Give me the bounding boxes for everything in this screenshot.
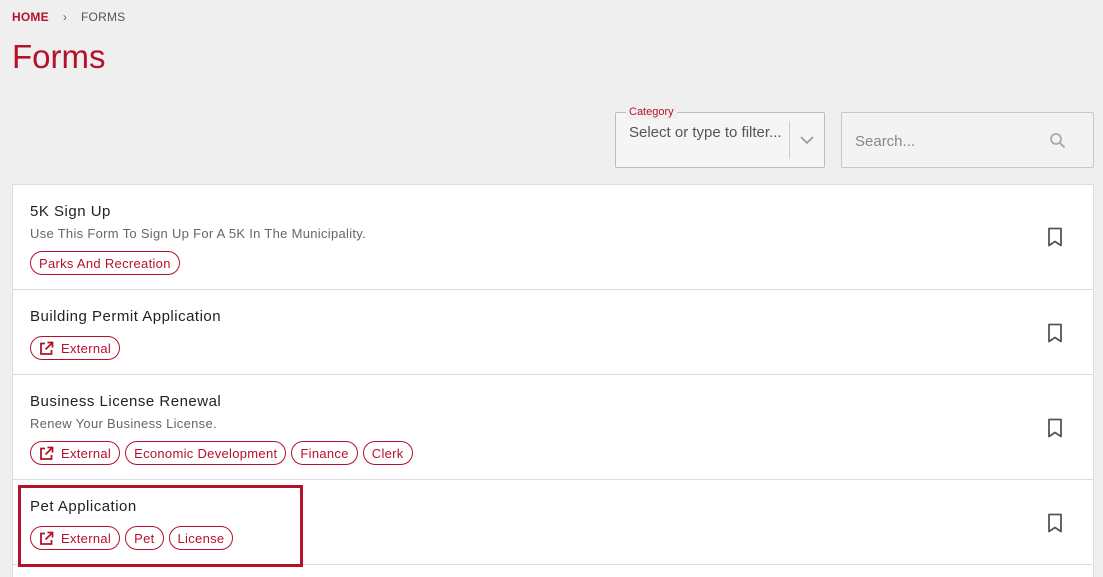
form-tags: External — [30, 336, 121, 360]
search-icon[interactable] — [1049, 132, 1067, 150]
tag[interactable]: Parks And Recreation — [30, 251, 180, 275]
category-label: Category — [626, 105, 677, 119]
search-box — [841, 112, 1094, 168]
external-link-icon — [40, 341, 54, 355]
form-row[interactable]: Business License Renewal Renew Your Busi… — [13, 375, 1093, 480]
form-title[interactable]: 5K Sign Up — [30, 203, 111, 220]
tag[interactable]: Finance — [291, 441, 358, 465]
category-select[interactable]: Category Select or type to filter... — [615, 105, 825, 168]
tag-label: Clerk — [371, 445, 404, 461]
bookmark-icon[interactable] — [1047, 513, 1063, 533]
tag-label: External — [61, 530, 112, 546]
form-tags: External Economic Development Finance Cl… — [30, 441, 413, 465]
tag[interactable]: Clerk — [362, 441, 413, 465]
bookmark-icon[interactable] — [1047, 227, 1063, 247]
tag-label: Economic Development — [134, 445, 278, 461]
bookmark-icon[interactable] — [1047, 323, 1063, 343]
breadcrumb: HOME › FORMS — [12, 10, 125, 24]
form-tags: External Pet License — [30, 526, 234, 550]
form-title[interactable]: Pet Application — [30, 498, 137, 515]
breadcrumb-home-link[interactable]: HOME — [12, 10, 49, 24]
tag-label: License — [177, 530, 225, 546]
tag-external[interactable]: External — [30, 336, 121, 360]
tag[interactable]: Economic Development — [125, 441, 287, 465]
form-title[interactable]: Building Permit Application — [30, 308, 221, 325]
tag-external[interactable]: External — [30, 441, 121, 465]
form-description: Renew Your Business License. — [30, 416, 217, 431]
search-input[interactable] — [855, 129, 1045, 153]
tag-label: External — [61, 340, 112, 356]
breadcrumb-separator: › — [62, 10, 68, 24]
chevron-down-icon[interactable] — [797, 131, 817, 149]
tag-label: Parks And Recreation — [39, 255, 171, 271]
page-title: Forms — [12, 38, 106, 75]
forms-list: 5K Sign Up Use This Form To Sign Up For … — [12, 184, 1094, 577]
bookmark-icon[interactable] — [1047, 418, 1063, 438]
form-row[interactable]: 5K Sign Up Use This Form To Sign Up For … — [13, 185, 1093, 290]
tag-label: External — [61, 445, 112, 461]
external-link-icon — [40, 446, 54, 460]
form-row[interactable]: Building Permit Application External — [13, 290, 1093, 375]
tag[interactable]: Pet — [125, 526, 164, 550]
form-title[interactable]: Business License Renewal — [30, 393, 221, 410]
category-placeholder[interactable]: Select or type to filter... — [629, 123, 789, 142]
external-link-icon — [40, 531, 54, 545]
tag-label: Finance — [300, 445, 349, 461]
tag[interactable]: License — [168, 526, 234, 550]
form-row[interactable]: Pet Application External Pet License — [13, 480, 1093, 565]
form-description: Use This Form To Sign Up For A 5K In The… — [30, 226, 367, 241]
breadcrumb-current: FORMS — [81, 10, 126, 24]
form-tags: Parks And Recreation — [30, 251, 180, 275]
tag-label: Pet — [134, 530, 155, 546]
tag-external[interactable]: External — [30, 526, 121, 550]
category-divider — [789, 121, 790, 159]
